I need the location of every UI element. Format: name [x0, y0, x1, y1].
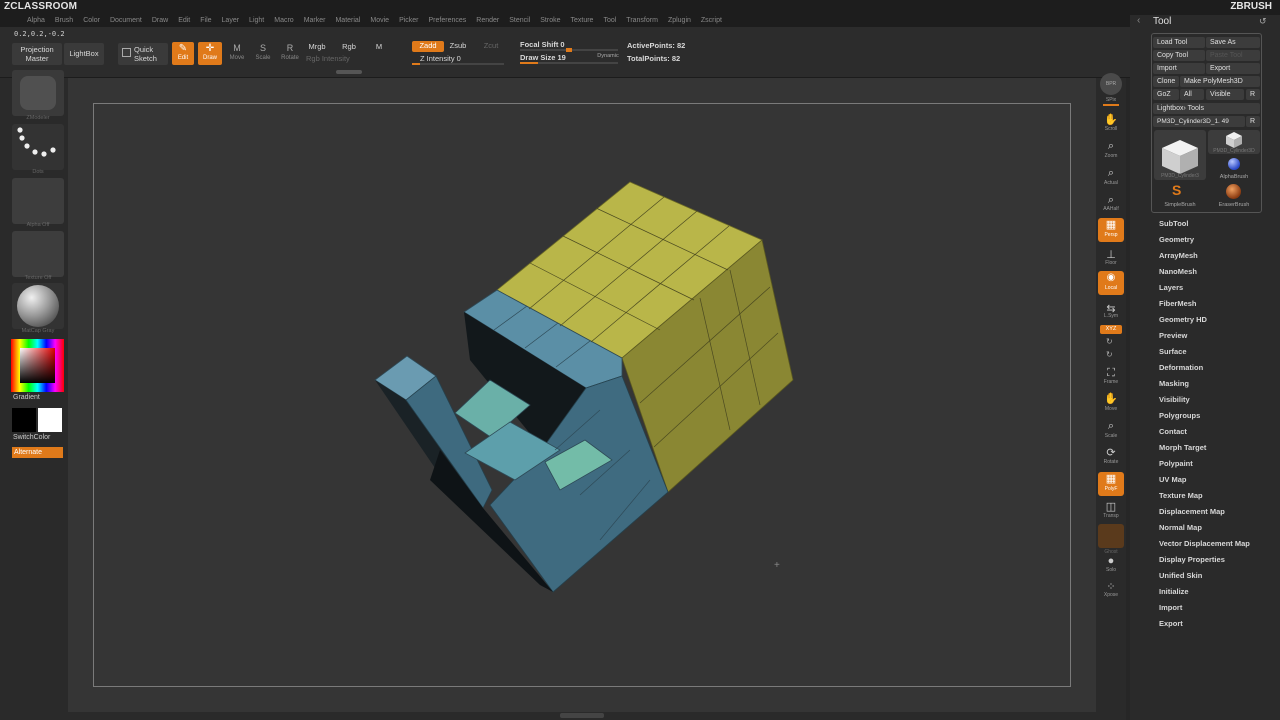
solo-label: Solo — [1105, 567, 1116, 573]
tool-menu-uv-map[interactable]: UV Map — [1159, 475, 1250, 491]
zoom-label: Zoom — [1104, 153, 1118, 159]
floor-button[interactable]: ⊥ — [1098, 246, 1124, 270]
tool-menu-nanomesh[interactable]: NanoMesh — [1159, 267, 1250, 283]
tool-menu-displacement-map[interactable]: Displacement Map — [1159, 507, 1250, 523]
tool-menu-unified-skin[interactable]: Unified Skin — [1159, 571, 1250, 587]
tool-menu-texture-map[interactable]: Texture Map — [1159, 491, 1250, 507]
lsym-button[interactable]: ⇆ — [1098, 300, 1124, 324]
spix-label: SPix — [1105, 97, 1117, 103]
tool-menu-polypaint[interactable]: Polypaint — [1159, 459, 1250, 475]
tool-menu-geometry[interactable]: Geometry — [1159, 235, 1250, 251]
tool-menu-normal-map[interactable]: Normal Map — [1159, 523, 1250, 539]
persp-grid-icon: ▦ — [1105, 219, 1117, 231]
tool-thumb-cylinder[interactable]: PM3D_Cylinder3D — [1208, 130, 1260, 154]
polyf-grid-icon: ▦ — [1105, 473, 1117, 485]
current-tool-r-button[interactable]: R — [1246, 116, 1260, 127]
3d-model-mesh[interactable] — [0, 0, 1280, 720]
tool-menu-subtool[interactable]: SubTool — [1159, 219, 1250, 235]
tool-menu-polygroups[interactable]: Polygroups — [1159, 411, 1250, 427]
paste-tool-button[interactable]: Paste Tool — [1206, 50, 1260, 61]
thumb-label-simplebrush: SimpleBrush — [1164, 202, 1196, 208]
load-tool-button[interactable]: Load Tool — [1153, 37, 1205, 48]
tool-menu-display-properties[interactable]: Display Properties — [1159, 555, 1250, 571]
alphabrush-icon — [1228, 158, 1240, 170]
visible-button[interactable]: Visible — [1206, 89, 1244, 100]
tool-thumb-alphabrush[interactable]: AlphaBrush — [1208, 156, 1260, 180]
tool-menu-visibility[interactable]: Visibility — [1159, 395, 1250, 411]
rotate-axis-icon[interactable]: ↻ — [1106, 337, 1113, 346]
thumb-label-alphabrush: AlphaBrush — [1219, 174, 1249, 180]
tool-thumb-eraserbrush[interactable]: EraserBrush — [1208, 182, 1260, 208]
all-button[interactable]: All — [1180, 89, 1204, 100]
frame-label: Frame — [1103, 379, 1119, 385]
lightbox-tools-button[interactable]: Lightbox› Tools — [1153, 103, 1260, 114]
tool-menu-initialize[interactable]: Initialize — [1159, 587, 1250, 603]
goz-r-button[interactable]: R — [1246, 89, 1260, 100]
rotate-view-label: Rotate — [1103, 459, 1119, 465]
move-view-label: Move — [1104, 406, 1118, 412]
current-tool-name[interactable]: PM3D_Cylinder3D_1. 49 — [1153, 116, 1245, 127]
tool-menu-geometry-hd[interactable]: Geometry HD — [1159, 315, 1250, 331]
tool-menu-surface[interactable]: Surface — [1159, 347, 1250, 363]
xpose-label: Xpose — [1103, 592, 1119, 598]
save-as-button[interactable]: Save As — [1206, 37, 1260, 48]
thumb-label-cylinder: PM3D_Cylinder3D — [1213, 148, 1255, 154]
tool-menu-fibermesh[interactable]: FiberMesh — [1159, 299, 1250, 315]
tool-menu-export[interactable]: Export — [1159, 619, 1250, 635]
rotate-axis-icon-2[interactable]: ↻ — [1106, 350, 1113, 359]
scroll-label: Scroll — [1104, 126, 1118, 132]
bottom-tray-grip[interactable] — [560, 713, 604, 718]
tool-submenu-list: SubTool Geometry ArrayMesh NanoMesh Layers Fi… — [1159, 219, 1250, 635]
bpr-label: BPR — [1105, 81, 1117, 87]
thumb-label-eraserbrush: EraserBrush — [1218, 202, 1250, 208]
transp-label: Transp — [1103, 513, 1119, 519]
local-label: Local — [1105, 285, 1117, 291]
local-button[interactable]: ◉ Local — [1098, 271, 1124, 295]
palette-refresh-icon[interactable]: ↺ — [1259, 16, 1267, 27]
polyf-label: PolyF — [1104, 486, 1118, 492]
make-polymesh-button[interactable]: Make PolyMesh3D — [1180, 76, 1260, 87]
goz-button[interactable]: GoZ — [1153, 89, 1179, 100]
tool-menu-contact[interactable]: Contact — [1159, 427, 1250, 443]
tool-menu-vector-displacement-map[interactable]: Vector Displacement Map — [1159, 539, 1250, 555]
tool-thumb-polymesh[interactable]: PM3D_Cylinder3 — [1154, 130, 1206, 180]
local-icon: ◉ — [1106, 272, 1116, 283]
tool-menu-layers[interactable]: Layers — [1159, 283, 1250, 299]
actual-label: Actual — [1104, 180, 1118, 186]
lsym-label: L.Sym — [1103, 313, 1119, 319]
floor-label: Floor — [1105, 260, 1117, 266]
cylinder-cube-icon — [1226, 132, 1242, 148]
import-button[interactable]: Import — [1153, 63, 1205, 74]
tool-menu-import[interactable]: Import — [1159, 603, 1250, 619]
scale-view-label: Scale — [1104, 433, 1118, 439]
thumb-label-polymesh: PM3D_Cylinder3 — [1161, 173, 1199, 179]
persp-label: Persp — [1104, 232, 1118, 238]
crosshair-cursor: + — [774, 560, 780, 571]
tool-thumb-simplebrush[interactable]: S SimpleBrush — [1154, 182, 1206, 208]
palette-collapse-icon[interactable]: ‹ — [1137, 15, 1140, 26]
tool-menu-deformation[interactable]: Deformation — [1159, 363, 1250, 379]
clone-button[interactable]: Clone — [1153, 76, 1179, 87]
persp-button[interactable]: ▦ Persp — [1098, 218, 1124, 242]
xpose-button[interactable]: ⁘ — [1098, 578, 1124, 602]
tool-palette-title[interactable]: Tool — [1153, 16, 1171, 27]
tool-menu-morph-target[interactable]: Morph Target — [1159, 443, 1250, 459]
aahalf-label: AAHalf — [1103, 206, 1119, 212]
polyf-button[interactable]: ▦ PolyF — [1098, 472, 1124, 496]
spix-slider[interactable] — [1103, 104, 1119, 106]
eraserbrush-icon — [1226, 184, 1241, 199]
tool-menu-arraymesh[interactable]: ArrayMesh — [1159, 251, 1250, 267]
tool-menu-masking[interactable]: Masking — [1159, 379, 1250, 395]
tool-menu-preview[interactable]: Preview — [1159, 331, 1250, 347]
export-button[interactable]: Export — [1206, 63, 1260, 74]
copy-tool-button[interactable]: Copy Tool — [1153, 50, 1205, 61]
bpr-button[interactable]: BPR — [1100, 73, 1122, 95]
simplebrush-icon: S — [1172, 182, 1182, 198]
xyz-button[interactable]: XYZ — [1100, 325, 1122, 334]
ghost-button[interactable] — [1098, 524, 1124, 548]
